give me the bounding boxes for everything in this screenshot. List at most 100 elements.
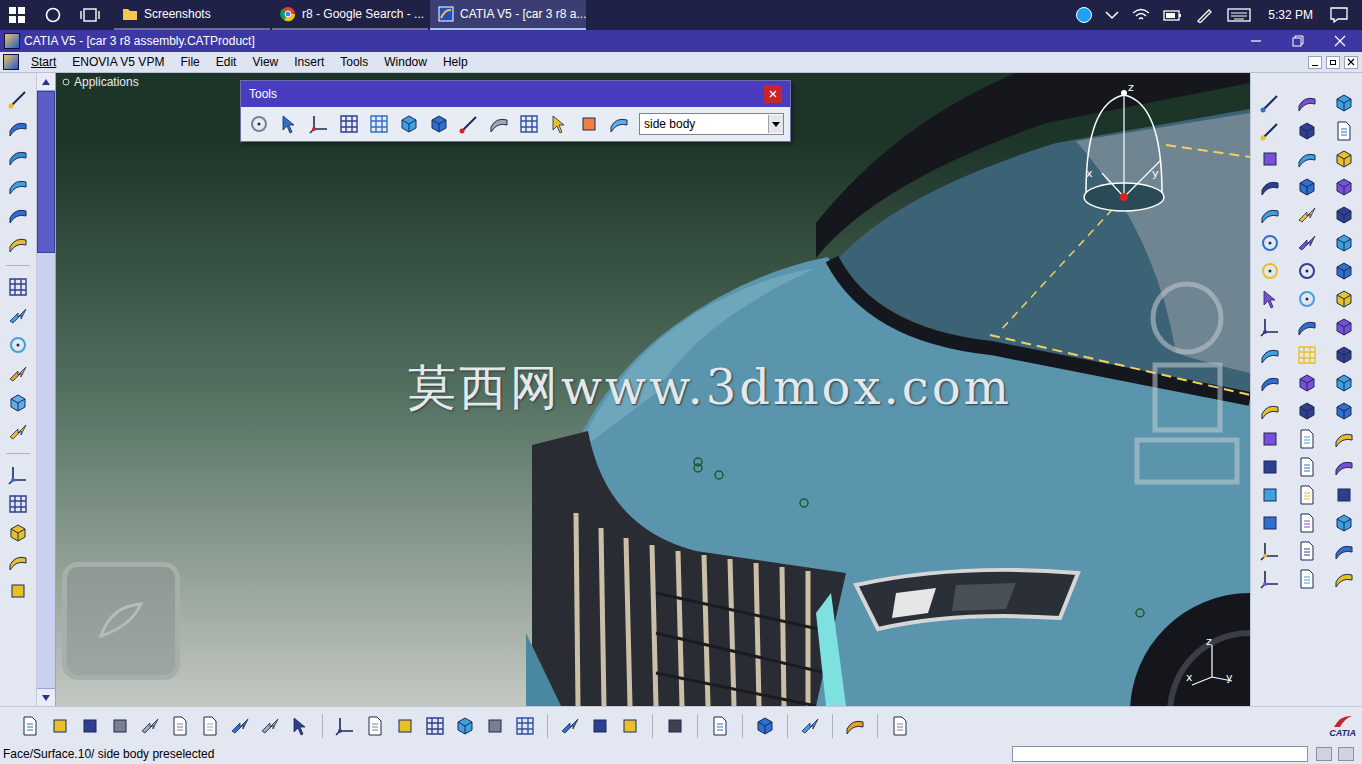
document-icon[interactable] xyxy=(1295,483,1319,507)
surface-icon[interactable] xyxy=(487,112,511,136)
cube-icon[interactable] xyxy=(1295,175,1319,199)
arrow-icon[interactable] xyxy=(6,304,30,328)
grid-icon[interactable] xyxy=(337,112,361,136)
cube-icon[interactable] xyxy=(753,714,777,738)
minimize-icon[interactable] xyxy=(1250,35,1262,47)
surface-icon[interactable] xyxy=(6,550,30,574)
surface-icon[interactable] xyxy=(1258,343,1282,367)
line-icon[interactable] xyxy=(457,112,481,136)
grid-icon[interactable] xyxy=(6,492,30,516)
surface-icon[interactable] xyxy=(1295,147,1319,171)
box-icon[interactable] xyxy=(1258,147,1282,171)
circle-icon[interactable] xyxy=(6,333,30,357)
axis-icon[interactable] xyxy=(6,463,30,487)
axis-icon[interactable] xyxy=(1258,567,1282,591)
circle-icon[interactable] xyxy=(247,112,271,136)
taskbar-tab[interactable]: r8 - Google Search - ... xyxy=(272,0,428,30)
line-icon[interactable] xyxy=(1258,119,1282,143)
document-icon[interactable] xyxy=(1332,119,1356,143)
cube-icon[interactable] xyxy=(1332,259,1356,283)
menu-item[interactable]: Edit xyxy=(208,53,245,71)
box-icon[interactable] xyxy=(618,714,642,738)
task-view-icon[interactable] xyxy=(72,0,108,30)
menu-item[interactable]: Insert xyxy=(286,53,332,71)
windows-start-icon[interactable] xyxy=(0,0,34,30)
document-icon[interactable] xyxy=(168,714,192,738)
surface-icon[interactable] xyxy=(1295,91,1319,115)
menu-item[interactable]: Start xyxy=(23,53,64,71)
document-icon[interactable] xyxy=(1295,511,1319,535)
body-dropdown[interactable]: side body xyxy=(639,113,784,135)
3d-viewport[interactable]: x y z z x y Applications xyxy=(56,73,1250,706)
chevron-up-icon[interactable] xyxy=(1105,10,1119,20)
menu-item[interactable]: ENOVIA V5 VPM xyxy=(64,53,172,71)
tree-root[interactable]: Applications xyxy=(62,73,139,91)
line-icon[interactable] xyxy=(6,87,30,111)
battery-icon[interactable] xyxy=(1163,8,1183,22)
cube-icon[interactable] xyxy=(1332,371,1356,395)
arrow-icon[interactable] xyxy=(6,362,30,386)
surface-icon[interactable] xyxy=(1332,455,1356,479)
box-icon[interactable] xyxy=(1258,427,1282,451)
clock[interactable]: 5:32 PM xyxy=(1264,6,1317,24)
circle-icon[interactable] xyxy=(1295,287,1319,311)
circle-icon[interactable] xyxy=(1295,259,1319,283)
surface-icon[interactable] xyxy=(1332,427,1356,451)
cube-icon[interactable] xyxy=(453,714,477,738)
cube-icon[interactable] xyxy=(1332,91,1356,115)
pen-icon[interactable] xyxy=(1196,7,1214,23)
surface-icon[interactable] xyxy=(6,145,30,169)
document-icon[interactable] xyxy=(363,714,387,738)
box-icon[interactable] xyxy=(1258,483,1282,507)
box-icon[interactable] xyxy=(483,714,507,738)
grid-icon[interactable] xyxy=(423,714,447,738)
scroll-down-icon[interactable] xyxy=(37,688,55,706)
cube-icon[interactable] xyxy=(1332,175,1356,199)
cube-icon[interactable] xyxy=(6,391,30,415)
arrow-icon[interactable] xyxy=(798,714,822,738)
circle-icon[interactable] xyxy=(1258,231,1282,255)
tools-toolbar-titlebar[interactable]: Tools xyxy=(241,81,790,107)
cube-icon[interactable] xyxy=(1332,147,1356,171)
cube-icon[interactable] xyxy=(1332,399,1356,423)
menu-item[interactable]: File xyxy=(172,53,207,71)
axis-icon[interactable] xyxy=(307,112,331,136)
box-icon[interactable] xyxy=(108,714,132,738)
arrow-icon[interactable] xyxy=(558,714,582,738)
surface-icon[interactable] xyxy=(1258,203,1282,227)
restore-icon[interactable] xyxy=(1292,35,1304,47)
surface-icon[interactable] xyxy=(1258,175,1282,199)
tools-toolbar[interactable]: Tools side body xyxy=(240,80,791,142)
document-icon[interactable] xyxy=(888,714,912,738)
grid-icon[interactable] xyxy=(1295,343,1319,367)
document-icon[interactable] xyxy=(1295,427,1319,451)
search-icon[interactable] xyxy=(34,0,72,30)
cube-icon[interactable] xyxy=(1332,231,1356,255)
cursor-icon[interactable] xyxy=(277,112,301,136)
cursor-icon[interactable] xyxy=(547,112,571,136)
status-button-icon[interactable] xyxy=(1316,747,1332,761)
surface-icon[interactable] xyxy=(607,112,631,136)
surface-icon[interactable] xyxy=(6,203,30,227)
cube-icon[interactable] xyxy=(427,112,451,136)
document-icon[interactable] xyxy=(1295,567,1319,591)
surface-icon[interactable] xyxy=(6,232,30,256)
box-icon[interactable] xyxy=(78,714,102,738)
wifi-icon[interactable] xyxy=(1132,8,1150,22)
arrow-icon[interactable] xyxy=(6,420,30,444)
menu-item[interactable]: Tools xyxy=(332,53,376,71)
cube-icon[interactable] xyxy=(1332,203,1356,227)
arrow-icon[interactable] xyxy=(1295,231,1319,255)
cursor-icon[interactable] xyxy=(1258,287,1282,311)
cursor-icon[interactable] xyxy=(288,714,312,738)
keyboard-icon[interactable] xyxy=(1227,8,1251,22)
document-icon[interactable] xyxy=(708,714,732,738)
cube-icon[interactable] xyxy=(1295,119,1319,143)
cube-icon[interactable] xyxy=(1332,343,1356,367)
axis-icon[interactable] xyxy=(333,714,357,738)
close-icon[interactable] xyxy=(764,85,782,103)
cube-icon[interactable] xyxy=(1332,287,1356,311)
close-icon[interactable] xyxy=(1334,35,1346,47)
menu-item[interactable]: View xyxy=(244,53,286,71)
grid-icon[interactable] xyxy=(517,112,541,136)
